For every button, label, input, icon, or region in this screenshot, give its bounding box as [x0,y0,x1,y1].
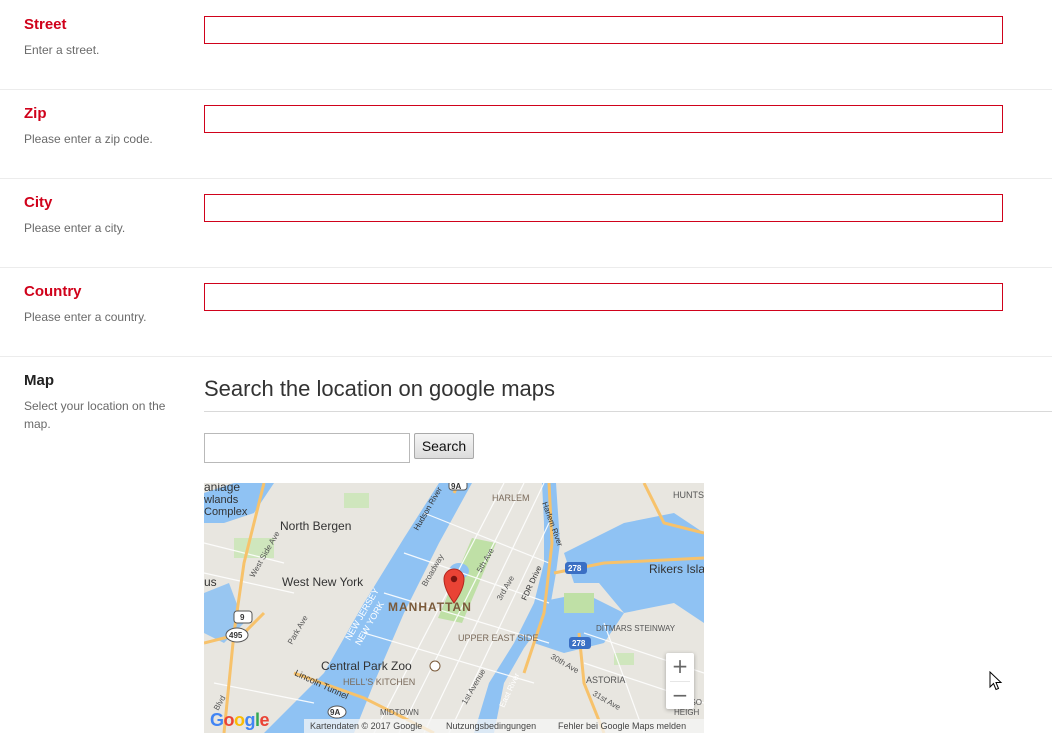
country-help: Please enter a country. [24,310,147,324]
google-map[interactable]: 9A 278 278 9 495 9A aniage wlands Comple… [204,483,704,733]
map-label-ditmars: DITMARS STEINWAY [596,624,676,633]
street-row: Street Enter a street. [0,0,1052,90]
map-label-manhattan: MANHATTAN [388,600,472,614]
map-search-input[interactable] [204,433,410,463]
map-label-north-bergen: North Bergen [280,519,351,533]
zoom-out-button[interactable]: − [666,682,694,710]
map-attribution: Kartendaten © 2017 Google Nutzungsbeding… [204,719,704,733]
map-label-midtown: MIDTOWN [380,708,419,717]
map-zoom-control: + − [666,653,694,709]
map-label-upper-left: aniage [204,483,240,494]
attribution-report-link[interactable]: Fehler bei Google Maps melden [558,721,686,731]
zip-input[interactable] [204,105,1003,133]
map-label-hunts: HUNTS [673,490,704,500]
zip-row: Zip Please enter a zip code. [0,90,1052,179]
zip-label: Zip [24,105,47,122]
map-tiles: 9A 278 278 9 495 9A aniage wlands Comple… [204,483,704,733]
map-section-title: Search the location on google maps [204,376,556,401]
map-label-astoria: ASTORIA [586,675,625,685]
shield-9a-top: 9A [451,483,461,491]
map-help: Select your location on the map. [24,399,166,431]
mouse-cursor-icon [989,671,1003,691]
zoom-in-button[interactable]: + [666,653,694,681]
attribution-terms-link[interactable]: Nutzungsbedingungen [446,721,536,731]
street-input[interactable] [204,16,1003,44]
map-search-button[interactable]: Search [414,433,474,459]
google-logo[interactable]: Google [210,710,270,731]
attribution-map-data: Kartendaten © 2017 Google [310,721,423,731]
shield-278-a: 278 [568,564,582,573]
city-row: City Please enter a city. [0,179,1052,268]
city-input[interactable] [204,194,1003,222]
map-label-complex: Complex [204,506,248,518]
city-help: Please enter a city. [24,221,126,235]
shield-9: 9 [240,613,245,622]
map-label-west-new-york: West New York [282,575,364,589]
zip-help: Please enter a zip code. [24,132,153,146]
zoo-icon [429,660,441,672]
map-label-rikers: Rikers Isla [649,562,704,576]
country-label: Country [24,283,82,300]
street-help: Enter a street. [24,43,100,57]
shield-278-b: 278 [572,639,586,648]
shield-495: 495 [229,631,243,640]
street-label: Street [24,16,67,33]
country-input[interactable] [204,283,1003,311]
map-label: Map [24,372,54,389]
city-label: City [24,194,53,211]
map-title-divider [204,411,1052,412]
map-label-upper-east-side: UPPER EAST SIDE [458,633,538,643]
map-label-central-park-zoo: Central Park Zoo [321,659,412,673]
shield-9a-bottom: 9A [330,708,340,717]
map-label-hells-kitchen: HELL'S KITCHEN [343,677,415,687]
country-row: Country Please enter a country. [0,268,1052,357]
map-label-harlem: HARLEM [492,493,530,503]
map-label-us: us [204,575,217,589]
map-label-wlands: wlands [204,494,239,506]
